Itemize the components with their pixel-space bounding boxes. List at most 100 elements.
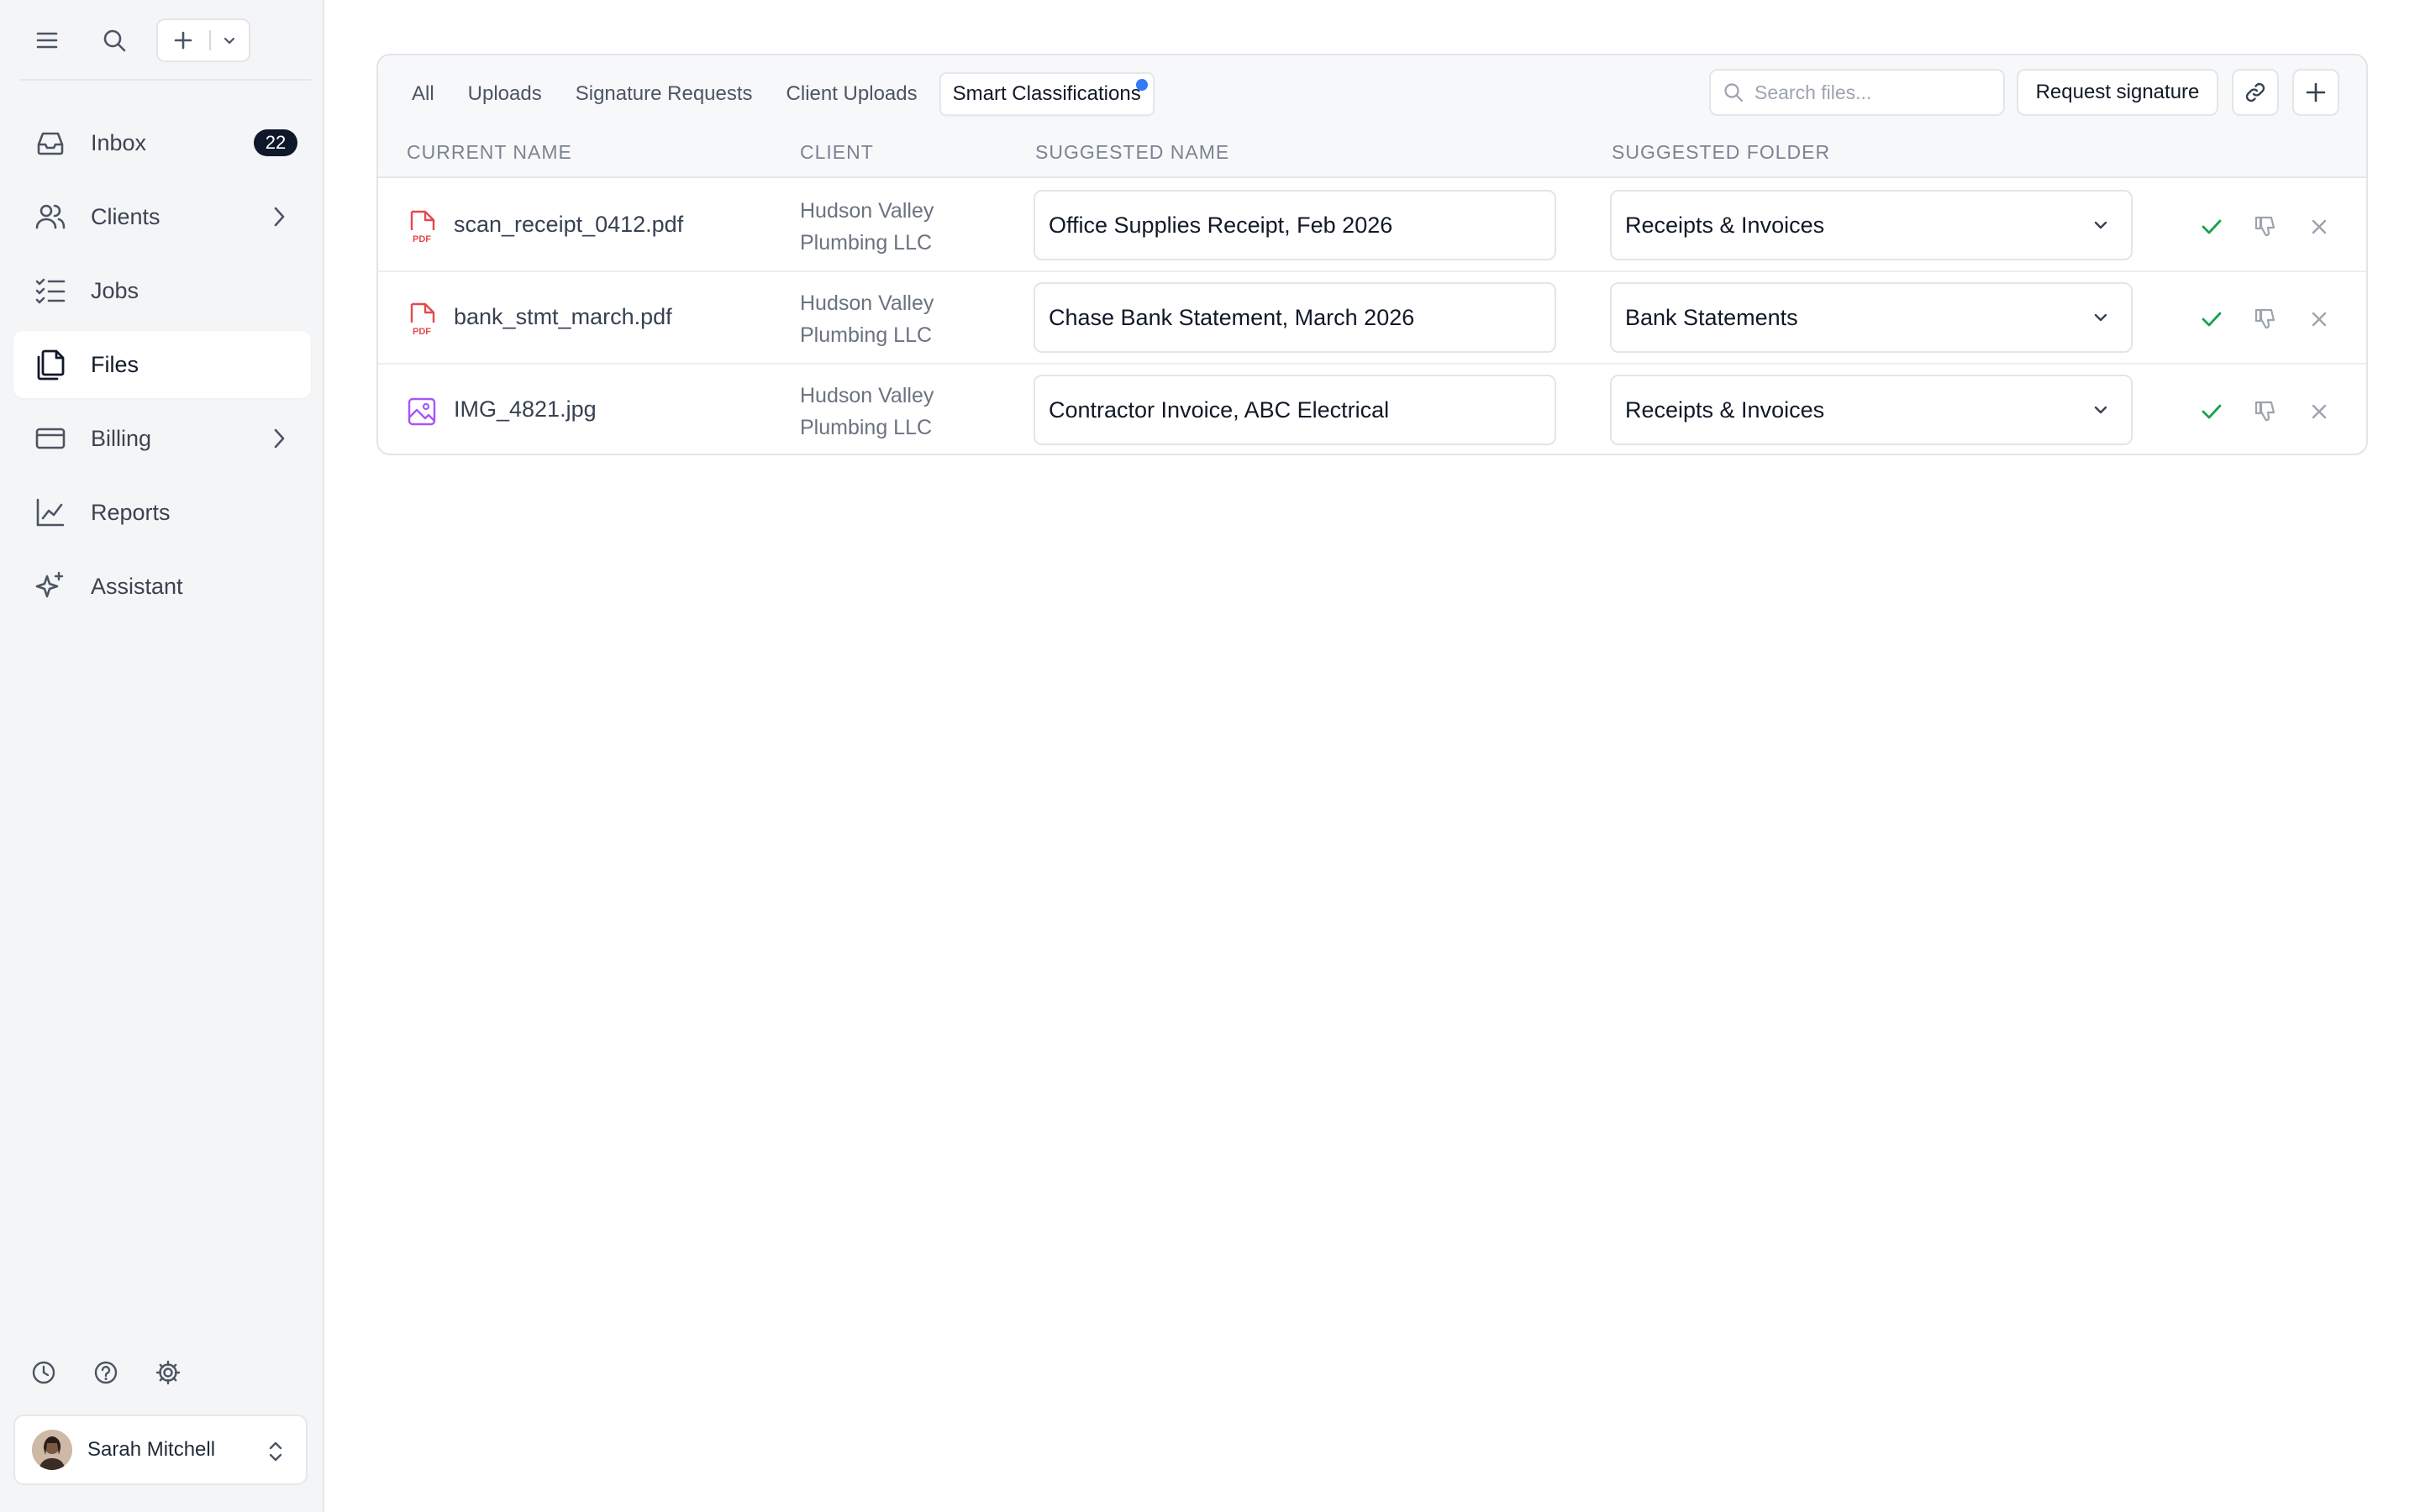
sidebar-item-label: Files xyxy=(91,351,139,377)
notification-dot xyxy=(1135,79,1148,91)
files-panel: All Uploads Signature Requests Client Up… xyxy=(376,54,2368,455)
table-row: IMG_4821.jpg Hudson Valley Plumbing LLC … xyxy=(378,365,2366,454)
copy-link-button[interactable] xyxy=(2232,69,2279,116)
checklist-icon xyxy=(34,274,67,307)
table-row: PDF scan_receipt_0412.pdf Hudson Valley … xyxy=(378,180,2366,272)
chevron-right-icon[interactable] xyxy=(266,203,292,230)
approve-check-icon[interactable] xyxy=(2195,210,2228,244)
tab-label: Smart Classifications xyxy=(952,82,1141,105)
sidebar-nav: Inbox 22 Clients Jobs Files Billing Repo… xyxy=(13,109,311,627)
client-name: Hudson Valley Plumbing LLC xyxy=(800,199,934,255)
thumbs-down-icon[interactable] xyxy=(2249,395,2282,428)
current-file-name[interactable]: scan_receipt_0412.pdf xyxy=(454,212,683,238)
plus-icon[interactable] xyxy=(158,20,209,60)
sidebar-item-label: Reports xyxy=(91,499,171,525)
client-name: Hudson Valley Plumbing LLC xyxy=(800,291,934,347)
suggested-folder-select[interactable]: Receipts & Invoices xyxy=(1610,190,2133,260)
help-icon[interactable] xyxy=(87,1354,124,1391)
column-header-suggested-name[interactable]: SUGGESTED NAME xyxy=(1035,141,1229,164)
link-icon xyxy=(2243,80,2268,105)
suggested-name-input[interactable] xyxy=(1034,375,1556,445)
client-name: Hudson Valley Plumbing LLC xyxy=(800,384,934,439)
table-row: PDF bank_stmt_march.pdf Hudson Valley Pl… xyxy=(378,272,2366,365)
avatar xyxy=(32,1430,72,1470)
credit-card-icon xyxy=(34,422,67,455)
approve-check-icon[interactable] xyxy=(2195,395,2228,428)
search-icon xyxy=(1723,81,1744,103)
suggested-name-input[interactable] xyxy=(1034,282,1556,353)
user-name: Sarah Mitchell xyxy=(87,1438,216,1461)
sidebar-item-label: Clients xyxy=(91,203,160,229)
search-files xyxy=(1709,69,2005,116)
inbox-icon xyxy=(34,126,67,160)
chevron-down-icon xyxy=(2089,213,2112,237)
current-file-name[interactable]: bank_stmt_march.pdf xyxy=(454,304,672,330)
pdf-file-icon: PDF xyxy=(407,210,437,244)
search-icon[interactable] xyxy=(96,22,133,59)
sidebar-item-label: Jobs xyxy=(91,277,139,303)
svg-text:PDF: PDF xyxy=(413,234,431,244)
user-switcher[interactable]: Sarah Mitchell xyxy=(13,1415,308,1485)
folder-select-value: Receipts & Invoices xyxy=(1625,396,1825,423)
suggested-folder-select[interactable]: Bank Statements xyxy=(1610,282,2133,353)
folder-select-value: Bank Statements xyxy=(1625,304,1798,330)
sidebar-item-jobs[interactable]: Jobs xyxy=(13,257,311,324)
chevron-up-down-icon xyxy=(262,1436,289,1467)
sidebar-top-tools xyxy=(0,0,324,81)
tab-label: Signature Requests xyxy=(575,82,753,105)
sidebar: Inbox 22 Clients Jobs Files Billing Repo… xyxy=(0,0,324,1512)
chevron-down-icon[interactable] xyxy=(211,20,249,60)
chevron-down-icon xyxy=(2089,306,2112,329)
add-file-button[interactable] xyxy=(2292,69,2339,116)
clock-icon[interactable] xyxy=(25,1354,62,1391)
plus-icon xyxy=(2304,81,2328,104)
dismiss-x-icon[interactable] xyxy=(2302,395,2336,428)
current-file-name[interactable]: IMG_4821.jpg xyxy=(454,396,597,423)
chevron-down-icon xyxy=(2089,398,2112,422)
hamburger-icon[interactable] xyxy=(29,22,66,59)
files-tabs: All Uploads Signature Requests Client Up… xyxy=(400,72,1165,116)
suggested-name-input[interactable] xyxy=(1034,190,1556,260)
tab-client-uploads[interactable]: Client Uploads xyxy=(775,72,929,116)
pdf-file-icon: PDF xyxy=(407,302,437,337)
files-icon xyxy=(34,348,67,381)
tab-uploads[interactable]: Uploads xyxy=(456,72,554,116)
sidebar-item-files[interactable]: Files xyxy=(13,331,311,398)
sidebar-bottom-tools xyxy=(25,1354,187,1391)
new-item-split-button xyxy=(156,18,250,62)
column-header-suggested-folder[interactable]: SUGGESTED FOLDER xyxy=(1612,141,1830,164)
column-header-current-name[interactable]: CURRENT NAME xyxy=(407,141,572,164)
suggested-folder-select[interactable]: Receipts & Invoices xyxy=(1610,375,2133,445)
sidebar-item-label: Assistant xyxy=(91,573,183,599)
approve-check-icon[interactable] xyxy=(2195,302,2228,336)
users-icon xyxy=(34,200,67,234)
tab-label: Uploads xyxy=(467,82,542,105)
search-input[interactable] xyxy=(1754,81,1990,104)
column-header-client[interactable]: CLIENT xyxy=(800,141,874,164)
request-signature-label: Request signature xyxy=(2035,81,2200,103)
sidebar-item-label: Billing xyxy=(91,425,152,451)
tab-label: All xyxy=(412,82,434,105)
tab-all[interactable]: All xyxy=(400,72,446,116)
sidebar-item-inbox[interactable]: Inbox 22 xyxy=(13,109,311,176)
thumbs-down-icon[interactable] xyxy=(2249,302,2282,336)
tab-signature-requests[interactable]: Signature Requests xyxy=(564,72,765,116)
request-signature-button[interactable]: Request signature xyxy=(2017,69,2218,116)
sidebar-item-reports[interactable]: Reports xyxy=(13,479,311,546)
folder-select-value: Receipts & Invoices xyxy=(1625,212,1825,238)
tab-smart-classifications[interactable]: Smart Classifications xyxy=(939,72,1155,116)
image-file-icon xyxy=(407,395,437,428)
tab-label: Client Uploads xyxy=(786,82,918,105)
sidebar-item-billing[interactable]: Billing xyxy=(13,405,311,472)
line-chart-icon xyxy=(34,496,67,529)
sidebar-item-clients[interactable]: Clients xyxy=(13,183,311,250)
sidebar-item-assistant[interactable]: Assistant xyxy=(13,553,311,620)
dismiss-x-icon[interactable] xyxy=(2302,302,2336,336)
chevron-right-icon[interactable] xyxy=(266,425,292,452)
thumbs-down-icon[interactable] xyxy=(2249,210,2282,244)
sidebar-divider xyxy=(20,79,311,81)
dismiss-x-icon[interactable] xyxy=(2302,210,2336,244)
svg-text:PDF: PDF xyxy=(413,327,431,336)
gear-icon[interactable] xyxy=(150,1354,187,1391)
sidebar-item-label: Inbox xyxy=(91,129,147,155)
